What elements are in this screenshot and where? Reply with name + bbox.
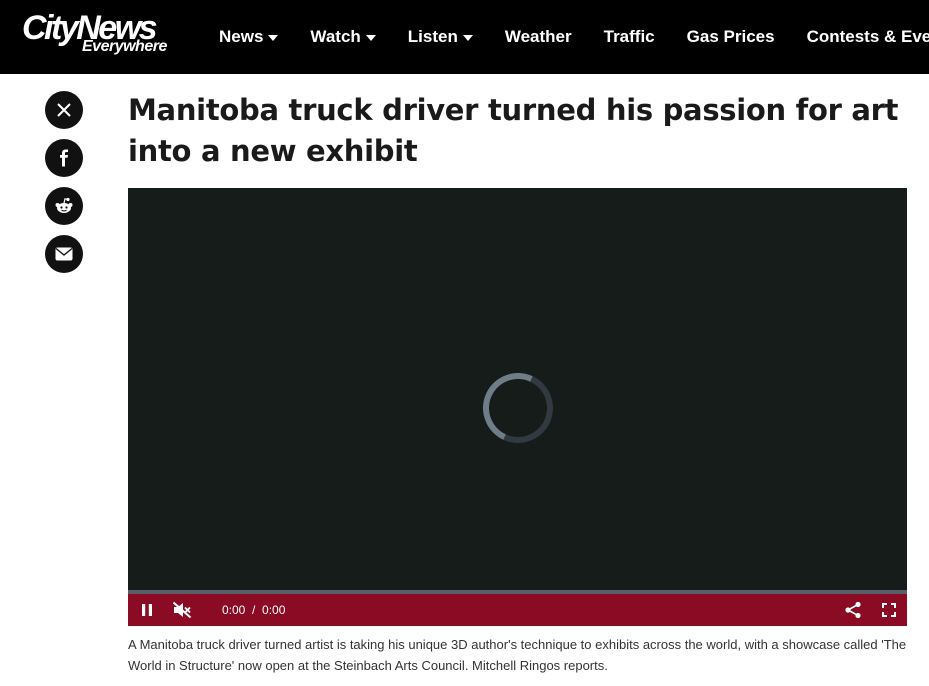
- share-facebook-button[interactable]: [45, 139, 83, 177]
- x-icon: [57, 103, 71, 117]
- nav-label: Gas Prices: [686, 27, 775, 46]
- email-icon: [55, 247, 73, 261]
- nav-label: Weather: [504, 27, 572, 46]
- nav-label: Listen: [407, 27, 458, 46]
- nav-item-traffic[interactable]: Traffic: [604, 27, 655, 47]
- muted-speaker-icon: [172, 601, 192, 619]
- share-email-button[interactable]: [45, 235, 83, 273]
- nav-label: Contests & Events: [806, 27, 929, 46]
- nav-item-watch[interactable]: Watch: [310, 27, 376, 47]
- loading-spinner-icon: [473, 363, 563, 453]
- reddit-icon: [55, 197, 73, 213]
- nav-item-listen[interactable]: Listen: [408, 27, 473, 47]
- share-video-button[interactable]: [842, 594, 864, 626]
- facebook-icon: [60, 149, 68, 167]
- nav-item-contests-events[interactable]: Contests & Events: [807, 27, 929, 47]
- chevron-down-icon: [268, 35, 279, 41]
- nav-label: Watch: [310, 27, 361, 46]
- logo-tagline: Everywhere: [82, 38, 167, 55]
- share-icon: [845, 601, 861, 619]
- current-time: 0:00: [222, 603, 246, 617]
- fullscreen-icon: [882, 603, 896, 617]
- share-reddit-button[interactable]: [45, 187, 83, 225]
- duration: 0:00: [262, 603, 286, 617]
- nav-label: Traffic: [603, 27, 655, 46]
- main-nav: News Watch Listen Weather Traffic Gas Pr…: [219, 0, 929, 74]
- video-caption: A Manitoba truck driver turned artist is…: [128, 637, 907, 673]
- share-x-button[interactable]: [45, 91, 83, 129]
- video-controls: 0:00 / 0:00: [128, 594, 907, 626]
- citynews-logo[interactable]: CityNews Everywhere: [22, 8, 192, 62]
- nav-item-weather[interactable]: Weather: [505, 27, 572, 47]
- mute-button[interactable]: [170, 594, 194, 626]
- site-header: CityNews Everywhere News Watch Listen We…: [0, 0, 929, 74]
- chevron-down-icon: [462, 35, 473, 41]
- nav-item-gas-prices[interactable]: Gas Prices: [687, 27, 775, 47]
- nav-label: News: [219, 27, 264, 46]
- video-player[interactable]: 0:00 / 0:00: [128, 188, 907, 626]
- pause-icon: [142, 604, 152, 616]
- share-rail: [45, 91, 83, 283]
- nav-item-news[interactable]: News: [219, 27, 279, 47]
- pause-button[interactable]: [136, 594, 158, 626]
- chevron-down-icon: [365, 35, 376, 41]
- article-headline: Manitoba truck driver turned his passion…: [128, 93, 899, 168]
- fullscreen-button[interactable]: [878, 594, 900, 626]
- time-display: 0:00 / 0:00: [222, 594, 285, 626]
